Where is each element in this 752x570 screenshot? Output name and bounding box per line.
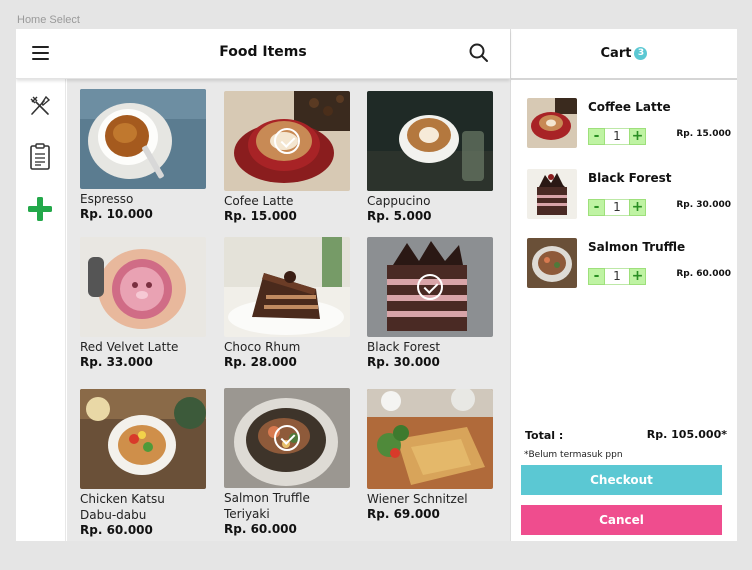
food-name: Cofee Latte [224, 194, 294, 208]
quantity-value: 1 [605, 128, 629, 145]
food-card-cofee-latte[interactable]: Cofee Latte Rp. 15.000 [224, 91, 350, 224]
food-image [367, 91, 493, 191]
cart-header: Cart 3 [511, 29, 737, 80]
cart-item-price: Rp. 15.000 [676, 129, 731, 139]
food-name: Black Forest [367, 340, 441, 354]
food-image [367, 237, 493, 337]
quantity-stepper: - 1 + [588, 267, 646, 286]
food-price: Rp. 60.000 [224, 522, 297, 536]
cart-item-name: Salmon Truffle [588, 240, 686, 254]
cart-title: Cart [600, 46, 632, 61]
food-name: Red Velvet Latte [80, 340, 179, 354]
sidebar [16, 79, 66, 541]
food-price: Rp. 33.000 [80, 355, 153, 369]
food-image [367, 389, 493, 489]
frame-label: Home Select [17, 14, 80, 26]
food-card-black-forest[interactable]: Black Forest Rp. 30.000 [367, 237, 493, 370]
food-price: Rp. 15.000 [224, 209, 297, 223]
quantity-stepper: - 1 + [588, 198, 646, 217]
decrement-button[interactable]: - [588, 199, 605, 216]
food-price: Rp. 69.000 [367, 507, 440, 521]
pos-app: Food Items Espresso Rp. 10.000 Cofee Lat… [16, 29, 737, 541]
cart-item-price: Rp. 30.000 [676, 200, 731, 210]
increment-button[interactable]: + [629, 199, 646, 216]
food-name: Espresso [80, 192, 134, 206]
food-price: Rp. 28.000 [224, 355, 297, 369]
food-image [224, 91, 350, 191]
food-name: Cappucino [367, 194, 431, 208]
cart-item-price: Rp. 60.000 [676, 269, 731, 279]
food-image [224, 388, 350, 488]
total-label: Total : [525, 429, 564, 442]
selected-check-icon [274, 128, 300, 154]
header: Food Items [16, 29, 510, 79]
selected-check-icon [274, 425, 300, 451]
total-value: Rp. 105.000* [646, 428, 727, 441]
food-name: Chicken Katsu Dabu-dabu [80, 492, 165, 522]
food-image [80, 389, 206, 489]
food-card-espresso[interactable]: Espresso Rp. 10.000 [80, 89, 206, 222]
decrement-button[interactable]: - [588, 128, 605, 145]
increment-button[interactable]: + [629, 128, 646, 145]
food-card-red-velvet-latte[interactable]: Red Velvet Latte Rp. 33.000 [80, 237, 206, 370]
food-card-chicken-katsu[interactable]: Chicken Katsu Dabu-dabu Rp. 60.000 [80, 389, 206, 538]
food-name: Wiener Schnitzel [367, 492, 468, 506]
decrement-button[interactable]: - [588, 268, 605, 285]
food-price: Rp. 5.000 [367, 209, 432, 223]
food-price: Rp. 30.000 [367, 355, 440, 369]
search-icon[interactable] [467, 41, 491, 65]
food-name: Choco Rhum [224, 340, 301, 354]
increment-button[interactable]: + [629, 268, 646, 285]
quantity-value: 1 [605, 268, 629, 285]
food-name: Salmon Truffle Teriyaki [224, 491, 310, 521]
cart-item-name: Black Forest [588, 171, 672, 185]
food-card-choco-rhum[interactable]: Choco Rhum Rp. 28.000 [224, 237, 350, 370]
food-price: Rp. 60.000 [80, 523, 153, 537]
quantity-stepper: - 1 + [588, 127, 646, 146]
food-image [224, 237, 350, 337]
quantity-value: 1 [605, 199, 629, 216]
food-card-cappucino[interactable]: Cappucino Rp. 5.000 [367, 91, 493, 224]
cart-panel: Cart 3 Coffee Latte - 1 + Rp. 15.000 Bla… [510, 29, 737, 541]
food-price: Rp. 10.000 [80, 207, 153, 221]
cart-item-name: Coffee Latte [588, 100, 671, 114]
page-title: Food Items [219, 44, 307, 60]
cart-item-image [527, 238, 577, 288]
food-grid: Espresso Rp. 10.000 Cofee Latte Rp. 15.0… [67, 79, 510, 541]
checkout-button[interactable]: Checkout [521, 465, 722, 495]
cart-item-image [527, 169, 577, 219]
tax-note: *Belum termasuk ppn [524, 450, 623, 460]
food-card-wiener-schnitzel[interactable]: Wiener Schnitzel Rp. 69.000 [367, 389, 493, 522]
utensils-icon[interactable] [26, 92, 54, 120]
selected-check-icon [417, 274, 443, 300]
food-card-salmon-truffle-teriyaki[interactable]: Salmon Truffle Teriyaki Rp. 60.000 [224, 388, 350, 537]
food-image [80, 237, 206, 337]
cart-item: Coffee Latte - 1 + Rp. 15.000 [527, 98, 731, 150]
add-icon[interactable] [26, 195, 54, 223]
cancel-button[interactable]: Cancel [521, 505, 722, 535]
cart-item-image [527, 98, 577, 148]
cart-item: Black Forest - 1 + Rp. 30.000 [527, 169, 731, 221]
cart-count-badge: 3 [634, 47, 648, 60]
menu-list-icon[interactable] [26, 143, 54, 171]
food-image [80, 89, 206, 189]
cart-item: Salmon Truffle - 1 + Rp. 60.000 [527, 238, 731, 290]
